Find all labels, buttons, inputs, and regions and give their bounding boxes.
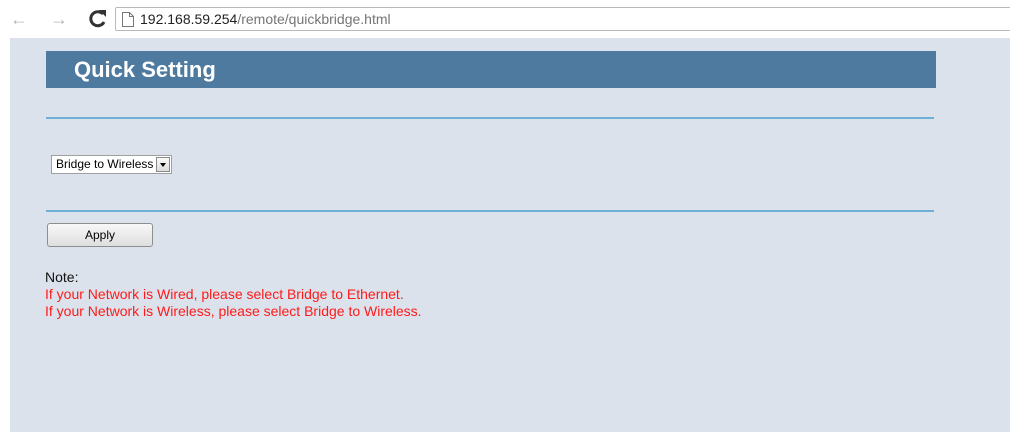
dropdown-arrow-icon[interactable] [156, 157, 171, 172]
note-label: Note: [45, 269, 79, 285]
note-line-wireless: If your Network is Wireless, please sele… [45, 303, 422, 319]
bridge-mode-select[interactable]: Bridge to Wireless [51, 155, 173, 174]
page-icon [122, 12, 134, 27]
note-section: Note: If your Network is Wired, please s… [45, 269, 422, 320]
back-arrow-icon[interactable]: ← [10, 9, 28, 29]
apply-button[interactable]: Apply [47, 223, 153, 247]
browser-toolbar: ← → 192.168.59.254/remote/quickbridge.ht… [0, 0, 1010, 38]
forward-arrow-icon[interactable]: → [50, 9, 68, 29]
divider-top [46, 117, 934, 119]
address-bar[interactable]: 192.168.59.254/remote/quickbridge.html [115, 7, 1010, 31]
url-host: 192.168.59.254 [140, 11, 238, 27]
page-viewport: Quick Setting Bridge to Wireless Apply N… [10, 38, 1010, 432]
reload-icon[interactable] [88, 8, 108, 30]
bridge-mode-value: Bridge to Wireless [56, 157, 154, 171]
url-path: /remote/quickbridge.html [237, 11, 391, 27]
note-line-wired: If your Network is Wired, please select … [45, 286, 404, 302]
divider-bottom [46, 210, 934, 212]
page-title: Quick Setting [74, 57, 216, 82]
title-bar: Quick Setting [46, 51, 936, 88]
url-text: 192.168.59.254/remote/quickbridge.html [140, 11, 391, 27]
